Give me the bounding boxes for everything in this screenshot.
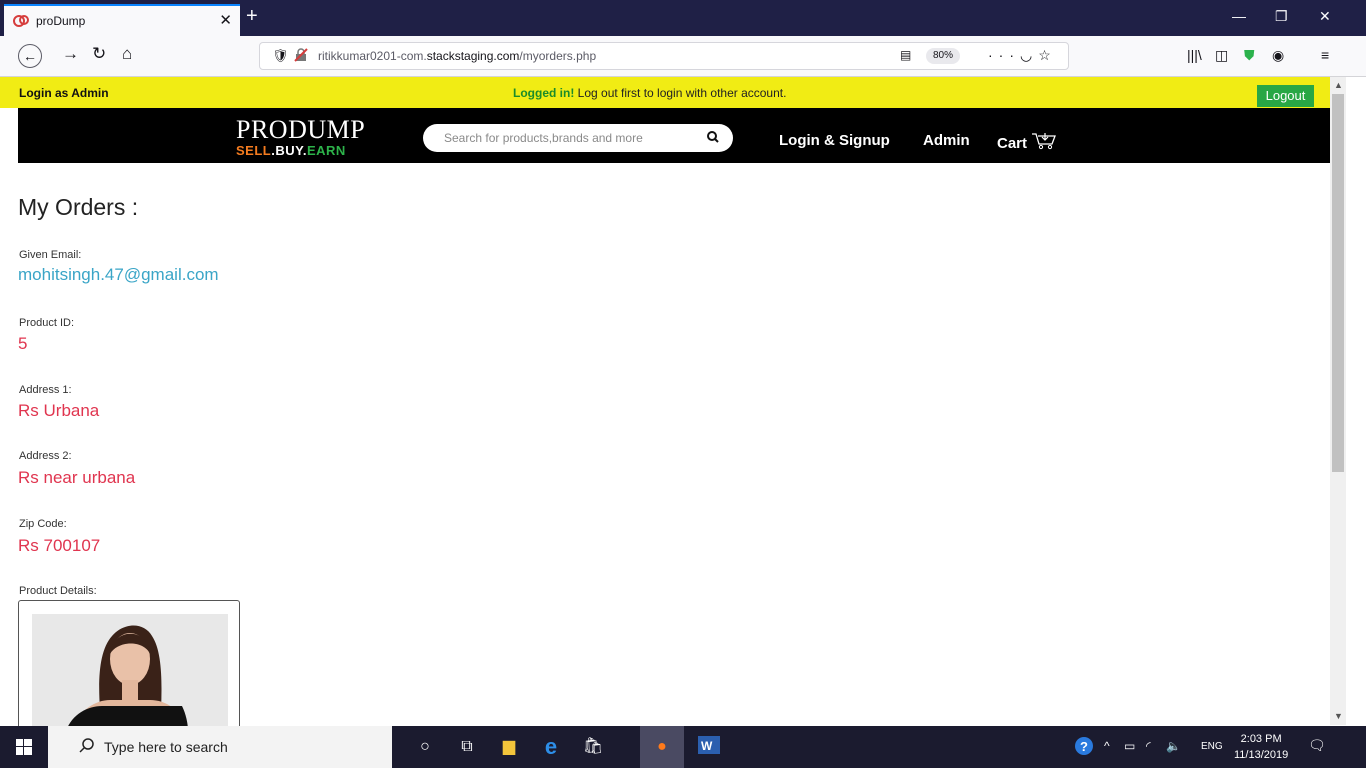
url-text[interactable]: ritikkumar0201-com.stackstaging.com/myor…	[318, 49, 596, 63]
zip-value: Rs 700107	[18, 536, 101, 555]
restore-icon[interactable]: ❐	[1275, 8, 1288, 25]
search-icon[interactable]	[706, 130, 720, 147]
site-logo[interactable]: PRODUMP SELL.BUY.EARN	[236, 115, 396, 159]
battery-icon[interactable]: ▭	[1124, 739, 1135, 753]
page-title: My Orders :	[18, 194, 139, 220]
sidebar-icon[interactable]: ◫	[1215, 47, 1228, 64]
bookmark-star-icon[interactable]: ☆	[1038, 47, 1057, 63]
product-image[interactable]	[32, 614, 228, 731]
zoom-level[interactable]: 80%	[926, 48, 961, 64]
zip-label: Zip Code:	[19, 518, 67, 530]
svg-text:W: W	[701, 739, 713, 753]
back-icon[interactable]: ←	[18, 44, 42, 68]
browser-tab-strip: proDump ✕ + — ❐ ✕	[0, 0, 1366, 36]
clock[interactable]: 2:03 PM 11/13/2019	[1234, 731, 1288, 763]
product-id-value: 5	[18, 334, 28, 353]
taskbar-search-input[interactable]: Type here to search	[48, 726, 392, 768]
address1-label: Address 1:	[19, 384, 72, 396]
language-indicator[interactable]: ENG	[1201, 741, 1223, 752]
search-input[interactable]: Search for products,brands and more	[423, 124, 733, 152]
notifications-icon[interactable]: 🗨	[1308, 737, 1326, 754]
scroll-up-icon[interactable]: ▲	[1334, 80, 1343, 90]
scroll-down-icon[interactable]: ▼	[1334, 711, 1343, 721]
word-icon[interactable]: W	[688, 726, 730, 768]
reload-icon[interactable]: ↻	[92, 44, 106, 64]
tab-title: proDump	[36, 14, 86, 28]
taskbar-search-placeholder: Type here to search	[104, 739, 228, 755]
forward-icon[interactable]: →	[62, 44, 79, 64]
more-icon[interactable]: ···	[988, 47, 1020, 63]
address2-value: Rs near urbana	[18, 468, 136, 487]
email-label: Given Email:	[19, 249, 82, 261]
address1-value: Rs Urbana	[18, 401, 100, 420]
login-as-admin-link[interactable]: Login as Admin	[19, 86, 109, 100]
menu-icon[interactable]: ≡	[1321, 47, 1329, 63]
logo-main-text: PRODUMP	[236, 115, 366, 144]
volume-icon[interactable]: 🔈	[1166, 739, 1181, 753]
clock-time: 2:03 PM	[1240, 733, 1282, 745]
tab-close-icon[interactable]: ✕	[219, 11, 232, 29]
clock-date: 11/13/2019	[1234, 749, 1289, 761]
product-details-label: Product Details:	[19, 585, 97, 597]
show-hidden-icons[interactable]: ^	[1104, 739, 1110, 753]
favicon-icon	[13, 13, 29, 29]
cart-link[interactable]: Cart	[997, 132, 1057, 152]
task-view-icon[interactable]: ⧉	[446, 726, 488, 768]
browser-tab[interactable]: proDump ✕	[4, 4, 240, 36]
minimize-icon[interactable]: —	[1232, 8, 1246, 24]
windows-taskbar: Type here to search ○ ⧉ ▆ e 🛍 ● W ? ^ ▭ …	[0, 726, 1366, 768]
extension-shield-icon[interactable]: ⛊	[1244, 47, 1255, 64]
close-window-icon[interactable]: ✕	[1319, 8, 1331, 25]
logout-button[interactable]: Logout	[1257, 85, 1314, 107]
cart-icon	[1032, 133, 1057, 150]
login-status-message: Logged in! Log out first to login with o…	[513, 86, 787, 100]
product-id-label: Product ID:	[19, 317, 75, 329]
account-icon[interactable]: ◉	[1272, 47, 1284, 64]
insecure-lock-icon[interactable]	[294, 48, 308, 65]
edge-icon[interactable]: e	[530, 726, 572, 768]
search-placeholder: Search for products,brands and more	[444, 131, 643, 145]
page-actions[interactable]: ···◡☆	[988, 47, 1057, 64]
admin-bar: Login as Admin Logged in! Log out first …	[0, 77, 1330, 108]
file-explorer-icon[interactable]: ▆	[488, 726, 530, 768]
home-icon[interactable]: ⌂	[122, 44, 132, 64]
admin-link[interactable]: Admin	[923, 132, 970, 149]
page-scrollbar[interactable]: ▲ ▼	[1330, 77, 1346, 725]
cortana-icon[interactable]: ○	[404, 726, 446, 768]
pocket-icon[interactable]: ◡	[1020, 47, 1038, 63]
url-bar[interactable]: 🛡 ritikkumar0201-com.stackstaging.com/my…	[259, 42, 1069, 70]
help-icon[interactable]: ?	[1074, 736, 1094, 759]
address2-label: Address 2:	[19, 450, 72, 462]
shield-icon[interactable]: 🛡	[272, 48, 289, 64]
svg-text:?: ?	[1080, 739, 1088, 754]
store-icon[interactable]: 🛍	[572, 726, 614, 768]
email-value: mohitsingh.47@gmail.com	[18, 265, 219, 284]
library-icon[interactable]: |||\	[1187, 47, 1202, 63]
start-button[interactable]	[0, 726, 48, 768]
reader-view-icon[interactable]: ▤	[900, 48, 911, 62]
site-header: PRODUMP SELL.BUY.EARN Search for product…	[18, 108, 1330, 163]
product-card[interactable]	[18, 600, 240, 731]
browser-navbar: ← → ↻ ⌂ 🛡 ritikkumar0201-com.stackstagin…	[0, 36, 1366, 77]
new-tab-icon[interactable]: +	[246, 5, 258, 28]
taskbar-search-icon	[79, 737, 95, 756]
login-signup-link[interactable]: Login & Signup	[779, 132, 890, 149]
firefox-icon[interactable]: ●	[640, 726, 684, 768]
windows-logo-icon	[16, 739, 32, 755]
scroll-thumb[interactable]	[1332, 94, 1344, 472]
network-icon[interactable]: ◜	[1146, 739, 1151, 753]
logo-tagline: SELL.BUY.EARN	[236, 143, 346, 158]
